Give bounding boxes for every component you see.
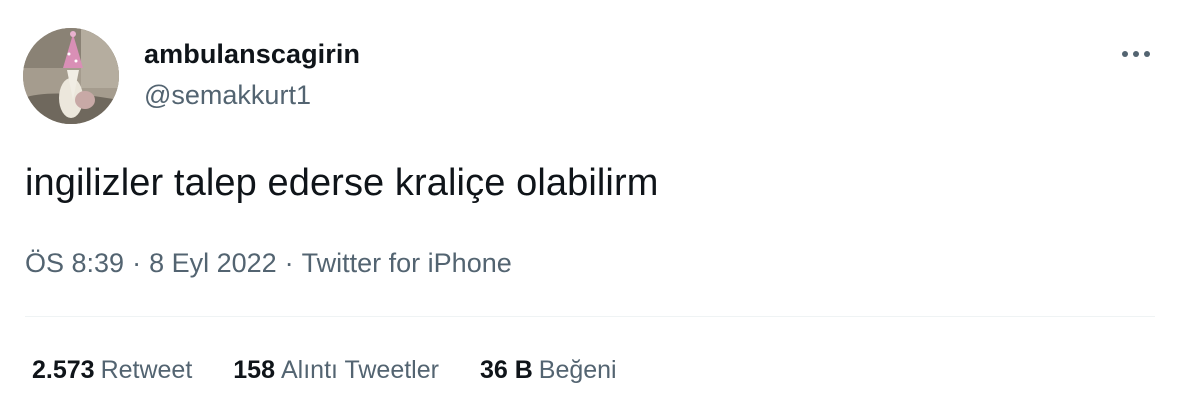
tweet-date[interactable]: 8 Eyl 2022 [149,248,277,278]
likes-stat[interactable]: 36 B Beğeni [480,356,617,385]
separator: · [132,248,142,278]
tweet-time[interactable]: ÖS 8:39 [25,248,124,278]
quote-tweets-stat[interactable]: 158 Alıntı Tweetler [233,356,439,385]
likes-count: 36 B [479,356,533,384]
quote-tweets-label: Alıntı Tweetler [281,356,439,384]
more-dots-icon [1133,51,1139,57]
more-dots-icon [1144,51,1150,57]
tweet-source[interactable]: Twitter for iPhone [302,248,512,278]
user-handle[interactable]: @semakkurt1 [144,80,311,111]
retweet-stat[interactable]: 2.573 Retweet [32,356,192,385]
separator: · [284,248,294,278]
tweet-card: ambulanscagirin @semakkurt1 ingilizler t… [0,0,1180,416]
tweet-text: ingilizler talep ederse kraliçe olabilir… [25,162,659,204]
avatar[interactable] [23,28,119,124]
tweet-meta: ÖS 8:39 · 8 Eyl 2022 · Twitter for iPhone [25,248,512,279]
divider [25,316,1155,317]
display-name[interactable]: ambulanscagirin [144,39,360,70]
dog-party-hat-icon [23,28,119,124]
retweet-count: 2.573 [32,356,95,384]
quote-tweets-count: 158 [233,356,275,384]
more-options-button[interactable] [1116,40,1156,68]
likes-label: Beğeni [538,356,617,384]
more-dots-icon [1122,51,1128,57]
tweet-stats: 2.573 Retweet 158 Alıntı Tweetler 36 B Beğe… [32,356,617,385]
retweet-label: Retweet [100,356,193,384]
